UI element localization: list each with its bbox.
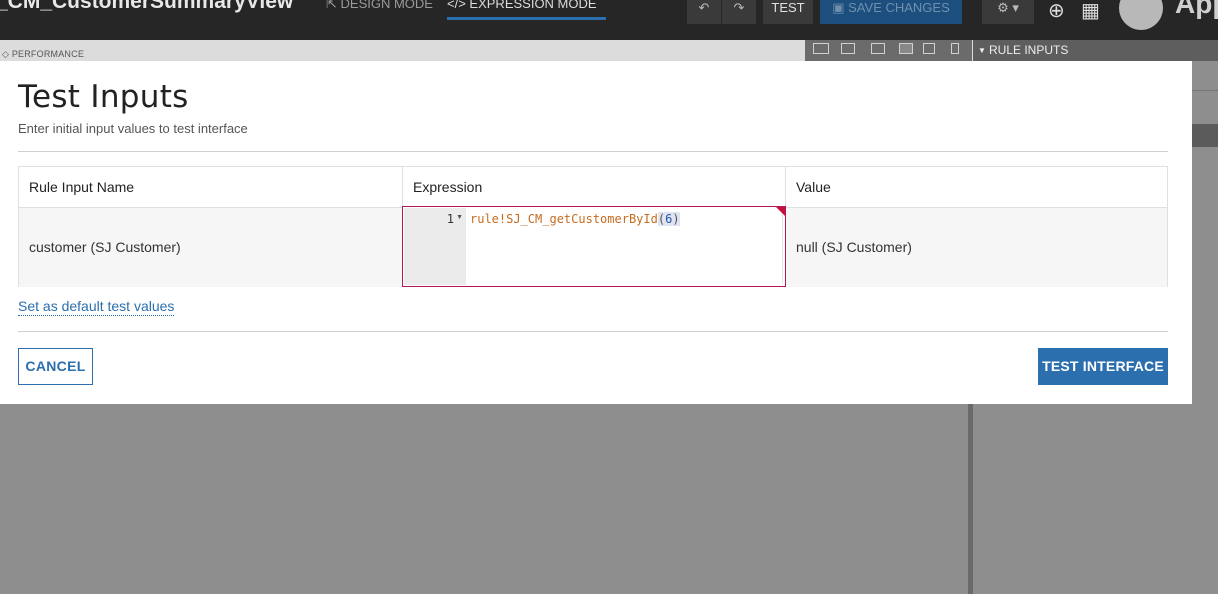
- device-preview-toolbar: [805, 40, 972, 61]
- design-mode-icon: ⇱: [326, 0, 341, 11]
- line-number: 1: [446, 212, 454, 226]
- collapse-triangle-icon: ▼: [978, 46, 986, 55]
- rule-input-name-cell: customer (SJ Customer): [19, 208, 403, 287]
- expression-code: rule!SJ_CM_getCustomerById(6): [470, 212, 680, 226]
- rule-inputs-header[interactable]: ▼ RULE INPUTS: [973, 40, 1218, 61]
- test-button[interactable]: TEST: [763, 0, 813, 24]
- expression-open-paren: (: [657, 212, 666, 226]
- expression-function: rule!SJ_CM_getCustomerById: [470, 212, 658, 226]
- active-tab-indicator: [447, 17, 606, 20]
- expression-editor[interactable]: 1 ▼ rule!SJ_CM_getCustomerById(6): [402, 206, 786, 287]
- performance-link[interactable]: ◇ PERFORMANCE: [2, 49, 84, 60]
- design-mode-label: DESIGN MODE: [340, 0, 433, 11]
- undo-icon: ↶: [698, 0, 710, 15]
- value-cell: null (SJ Customer): [796, 239, 912, 255]
- design-mode-tab[interactable]: ⇱ DESIGN MODE: [326, 0, 433, 12]
- right-panel-strip-lower: [1192, 147, 1218, 404]
- right-panel-row: [1192, 124, 1218, 147]
- interface-title: _CM_CustomerSummaryView: [0, 0, 294, 13]
- rule-inputs-label: RULE INPUTS: [989, 43, 1069, 57]
- redo-icon: ↷: [733, 0, 745, 15]
- apps-grid-icon[interactable]: ▦: [1081, 0, 1100, 23]
- user-avatar[interactable]: [1119, 0, 1163, 30]
- fit-width-icon[interactable]: [813, 43, 829, 54]
- performance-label: PERFORMANCE: [11, 49, 85, 59]
- code-icon: </>: [447, 0, 470, 11]
- column-header-value: Value: [786, 167, 1167, 207]
- expression-close-paren: ): [672, 212, 680, 226]
- right-panel-divider: [1192, 90, 1218, 91]
- undo-button[interactable]: ↶: [687, 0, 721, 24]
- rule-inputs-panel: [973, 404, 1218, 594]
- tablet-icon[interactable]: [923, 43, 935, 54]
- brand-logo: App: [1175, 0, 1218, 19]
- cancel-button[interactable]: CANCEL: [18, 348, 93, 385]
- gear-icon: ⚙ ▾: [997, 0, 1019, 15]
- dialog-subtitle: Enter initial input values to test inter…: [18, 121, 248, 136]
- desktop-icon[interactable]: [871, 43, 885, 54]
- save-icon: ▣: [832, 0, 849, 15]
- settings-menu-button[interactable]: ⚙ ▾: [982, 0, 1034, 24]
- column-header-rule-input-name: Rule Input Name: [19, 167, 403, 207]
- right-panel-strip: [1192, 61, 1218, 124]
- phone-icon[interactable]: [951, 43, 959, 54]
- save-changes-button[interactable]: ▣ SAVE CHANGES: [820, 0, 962, 24]
- interface-canvas: [0, 404, 968, 594]
- globe-search-icon[interactable]: ⊕: [1048, 0, 1065, 23]
- fold-arrow-icon[interactable]: ▼: [456, 214, 463, 221]
- dialog-title: Test Inputs: [18, 79, 189, 115]
- expression-mode-tab[interactable]: </> EXPRESSION MODE: [447, 0, 606, 20]
- editor-gutter: 1 ▼: [404, 208, 466, 285]
- redo-button[interactable]: ↷: [722, 0, 756, 24]
- test-interface-button[interactable]: TEST INTERFACE: [1038, 348, 1168, 385]
- error-flag-icon: [776, 207, 785, 216]
- save-changes-label: SAVE CHANGES: [848, 0, 950, 15]
- desktop-large-icon[interactable]: [841, 43, 855, 54]
- column-header-expression: Expression: [403, 167, 786, 207]
- divider: [18, 151, 1168, 152]
- designer-subbar: ◇ PERFORMANCE ▼ RULE INPUTS: [0, 40, 1218, 61]
- expression-mode-label: EXPRESSION MODE: [469, 0, 597, 11]
- test-inputs-dialog: Test Inputs Enter initial input values t…: [0, 61, 1192, 404]
- monitor-icon[interactable]: [899, 43, 913, 54]
- app-header: _CM_CustomerSummaryView ⇱ DESIGN MODE </…: [0, 0, 1218, 40]
- set-default-test-values-link[interactable]: Set as default test values: [18, 298, 175, 316]
- code-input[interactable]: rule!SJ_CM_getCustomerById(6): [466, 208, 783, 284]
- divider: [18, 331, 1168, 332]
